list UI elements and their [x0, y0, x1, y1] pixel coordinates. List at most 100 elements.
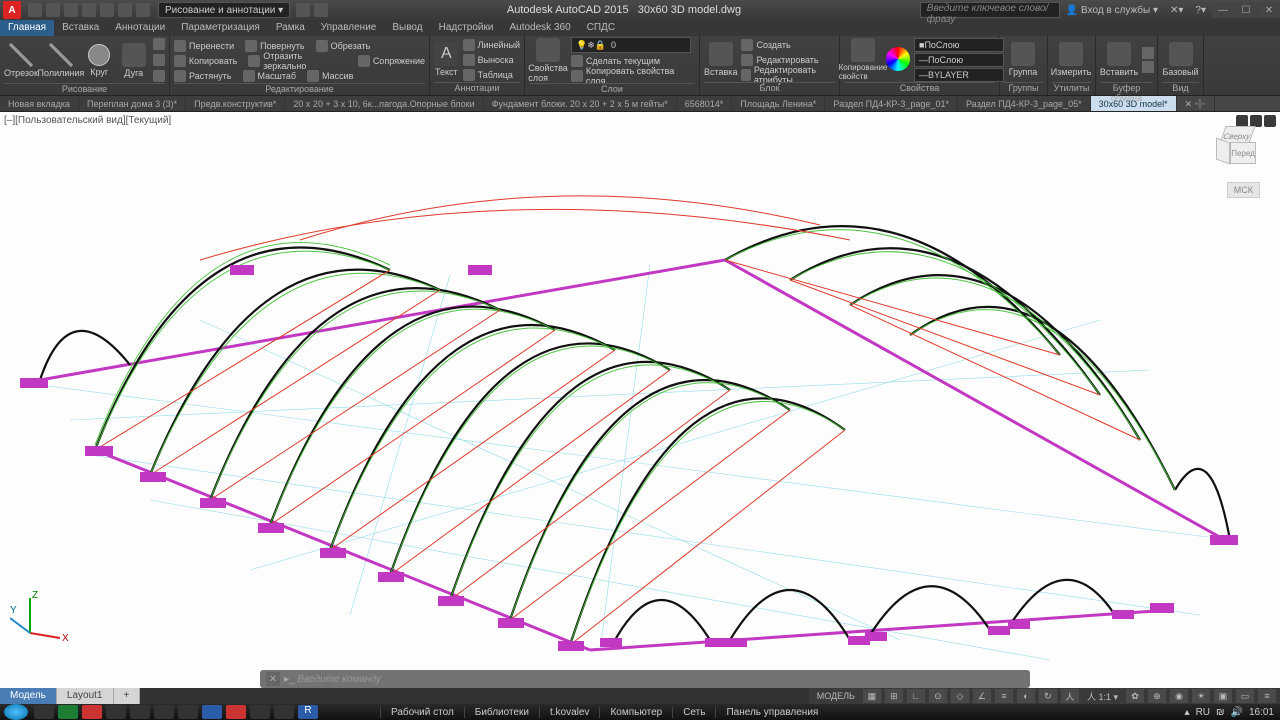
viewport-label[interactable]: [–][Пользовательский вид][Текущий] — [4, 115, 171, 126]
stretch-icon[interactable] — [174, 70, 186, 82]
array-icon[interactable] — [307, 70, 319, 82]
tab-insert[interactable]: Вставка — [54, 20, 107, 36]
panel-utils-label[interactable]: Утилиты — [1052, 82, 1091, 94]
copy-clip-icon[interactable] — [1142, 61, 1154, 73]
model-tab[interactable]: Модель — [0, 688, 57, 704]
add-tab-button[interactable]: ✕ ➕ — [1177, 96, 1215, 111]
color-button[interactable] — [886, 47, 910, 72]
otrack-toggle[interactable]: ∠ — [973, 689, 991, 703]
tray-clock[interactable]: 16:01 — [1249, 707, 1274, 718]
tab-output[interactable]: Вывод — [384, 20, 430, 36]
help-icon[interactable]: ?▾ — [1195, 5, 1206, 16]
panel-groups-label[interactable]: Группы — [1004, 82, 1043, 94]
customize-icon[interactable]: ≡ — [1258, 689, 1276, 703]
layer-props-button[interactable]: Свойства слоя — [529, 38, 567, 83]
block-create[interactable]: Создать — [741, 38, 835, 52]
qat-new-icon[interactable] — [28, 3, 42, 17]
annomon-icon[interactable]: ◉ — [1170, 689, 1188, 703]
doc-tab[interactable]: Предв.конструктив* — [186, 96, 285, 111]
doc-tab[interactable]: Раздел ПД4-КР-3_page_01* — [825, 96, 958, 111]
paste-button[interactable]: Вставить — [1100, 42, 1138, 77]
snap-toggle[interactable]: ⊞ — [885, 689, 903, 703]
rotate-icon[interactable] — [245, 40, 257, 52]
maximize-button[interactable]: ☐ — [1235, 2, 1257, 18]
tab-home[interactable]: Главная — [0, 20, 54, 36]
rect-icon[interactable] — [153, 38, 165, 50]
close-button[interactable]: ✕ — [1258, 2, 1280, 18]
start-button[interactable] — [4, 704, 28, 720]
tb-app3-icon[interactable] — [250, 705, 270, 719]
tray-show-hidden-icon[interactable]: ▴ — [1185, 707, 1190, 718]
isolate-icon[interactable]: ☀ — [1192, 689, 1210, 703]
drawing-canvas[interactable]: [–][Пользовательский вид][Текущий] — [0, 112, 1280, 688]
doc-tab[interactable]: Переплан дома 3 (3)* — [79, 96, 186, 111]
tb-chrome-icon[interactable] — [106, 705, 126, 719]
matchprop-button[interactable]: Копирование свойств — [844, 38, 882, 81]
workspace-dropdown[interactable]: Рисование и аннотации ▾ — [158, 2, 290, 18]
account-menu[interactable]: 👤 Вход в службы ▾ — [1066, 5, 1158, 16]
command-line[interactable]: ✕ ▸_ Введите команду — [260, 670, 1030, 688]
line-tool[interactable]: Отрезок — [4, 43, 38, 78]
tray-vol-icon[interactable]: 🔊 — [1231, 707, 1243, 718]
doc-tab[interactable]: 6568014* — [677, 96, 733, 111]
tab-addins[interactable]: Надстройки — [431, 20, 502, 36]
qat-open-icon[interactable] — [46, 3, 60, 17]
add-layout-button[interactable]: + — [114, 688, 141, 704]
layer-dropdown[interactable]: 💡❄🔒 0 — [571, 37, 691, 53]
mirror-icon[interactable] — [248, 55, 260, 67]
linetype-dropdown[interactable]: — BYLAYER — [914, 68, 1004, 82]
baseview-button[interactable]: Базовый — [1162, 42, 1199, 77]
tray-net-icon[interactable]: ₪ — [1216, 707, 1225, 718]
qat-extra1-icon[interactable] — [296, 3, 310, 17]
tb-explorer-icon[interactable] — [34, 705, 54, 719]
exchange-icon[interactable]: ✕▾ — [1170, 5, 1183, 16]
doc-tab[interactable]: Фундамент блоки. 20 x 20 + 2 x 5 м гейты… — [484, 96, 677, 111]
hatch-icon[interactable] — [153, 70, 165, 82]
ortho-toggle[interactable]: ∟ — [907, 689, 925, 703]
match-layer[interactable]: Копировать свойства слоя — [571, 69, 695, 83]
transparency-toggle[interactable]: ◐ — [1017, 689, 1035, 703]
scale-icon[interactable] — [243, 70, 255, 82]
group-button[interactable]: Группа — [1004, 42, 1042, 77]
tb-desktop[interactable]: Рабочий стол — [380, 707, 464, 718]
doc-tab[interactable]: Площадь Ленина* — [732, 96, 825, 111]
panel-annot-label[interactable]: Аннотации — [434, 82, 520, 94]
hardware-icon[interactable]: ▣ — [1214, 689, 1232, 703]
osnap-toggle[interactable]: ◇ — [951, 689, 969, 703]
app-logo[interactable]: A — [3, 1, 21, 19]
qat-redo-icon[interactable] — [136, 3, 150, 17]
block-attr[interactable]: Редактировать атрибуты — [741, 68, 835, 82]
tb-libs[interactable]: Библиотеки — [464, 707, 539, 718]
workspace-icon[interactable]: ⊕ — [1148, 689, 1166, 703]
annoscale-icon[interactable]: 人 — [1061, 689, 1079, 703]
tb-word-icon[interactable] — [202, 705, 222, 719]
scale-display[interactable]: 人 1:1 ▾ — [1083, 690, 1122, 703]
tb-app2-icon[interactable] — [154, 705, 174, 719]
vp-close-icon[interactable] — [1264, 115, 1276, 127]
tab-parametric[interactable]: Параметризация — [173, 20, 268, 36]
search-input[interactable]: Введите ключевое слово/фразу — [920, 2, 1060, 18]
panel-edit-label[interactable]: Редактирование — [174, 83, 425, 94]
doc-tab[interactable]: Новая вкладка — [0, 96, 79, 111]
panel-draw-label[interactable]: Рисование — [4, 83, 165, 94]
tb-revit-icon[interactable]: R — [298, 705, 318, 719]
tb-network[interactable]: Сеть — [672, 707, 715, 718]
tb-acad-icon[interactable] — [226, 705, 246, 719]
arc-tool[interactable]: Дуга — [118, 43, 149, 78]
minimize-button[interactable]: — — [1212, 2, 1234, 18]
tb-user[interactable]: t.kovalev — [539, 707, 599, 718]
tb-computer[interactable]: Компьютер — [599, 707, 672, 718]
circle-tool[interactable]: Круг — [84, 44, 115, 77]
cleanscreen-icon[interactable]: ▭ — [1236, 689, 1254, 703]
text-tool[interactable]: AТекст — [434, 42, 459, 77]
fillet-icon[interactable] — [358, 55, 370, 67]
cut-icon[interactable] — [1142, 47, 1154, 59]
panel-view-label[interactable]: Вид — [1162, 82, 1199, 94]
cycling-toggle[interactable]: ↻ — [1039, 689, 1057, 703]
color-dropdown[interactable]: ■ ПоСлою — [914, 38, 1004, 52]
copy-icon[interactable] — [174, 55, 186, 67]
panel-block-label[interactable]: Блок — [704, 82, 835, 94]
tab-a360[interactable]: Autodesk 360 — [501, 20, 578, 36]
tab-manage[interactable]: Управление — [313, 20, 385, 36]
gear-icon[interactable]: ✿ — [1126, 689, 1144, 703]
